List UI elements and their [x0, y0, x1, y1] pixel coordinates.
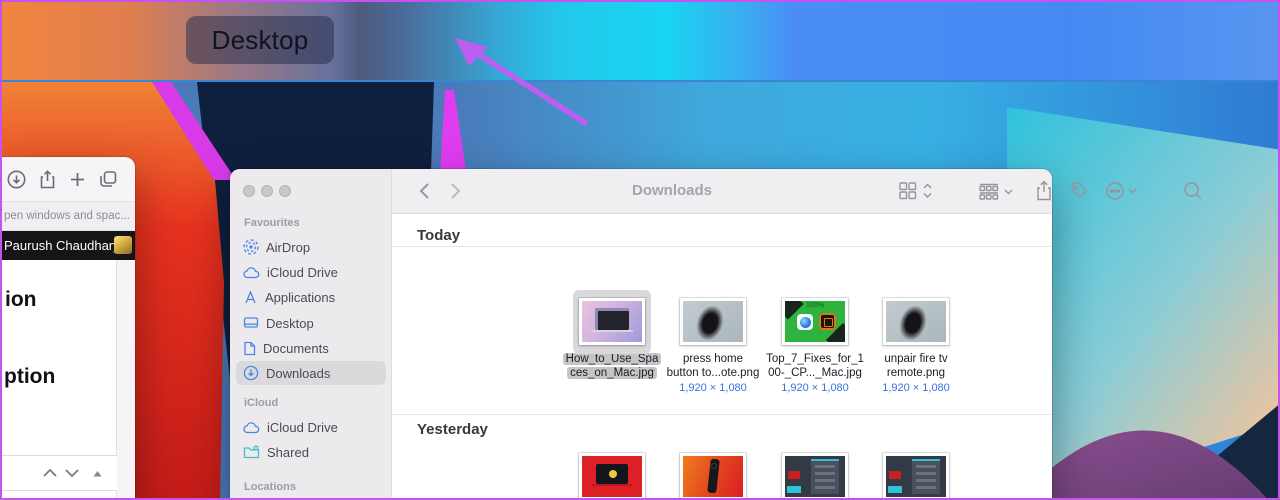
finder-content: Today How_to_Use_Spa ces_on_Mac.jpg pres…: [392, 214, 1052, 498]
browser-toolbar: [2, 157, 135, 201]
finder-sidebar: Favourites AirDrop iCloud Drive Applicat…: [230, 169, 392, 498]
search-icon[interactable]: [1182, 180, 1204, 207]
sidebar-item-icloud-drive-2[interactable]: iCloud Drive: [236, 415, 386, 439]
sidebar-item-desktop[interactable]: Desktop: [236, 311, 386, 335]
sidebar-item-shared[interactable]: Shared: [236, 440, 386, 464]
new-tab-icon[interactable]: [69, 171, 86, 188]
download-icon[interactable]: [7, 170, 26, 189]
sidebar-item-applications[interactable]: Applications: [236, 285, 386, 309]
author-byline-bar[interactable]: Paurush Chaudhary: [2, 231, 135, 260]
screenshot-stage: Desktop pen windows and spac... Paurush …: [0, 0, 1280, 500]
cloud-icon: [243, 421, 260, 433]
browser-window-partial: pen windows and spac... Paurush Chaudhar…: [2, 157, 135, 498]
page-caption-fragment: pen windows and spac...: [2, 201, 135, 231]
file-name: Top_7_Fixes_for_1 00-_CP..._Mac.jpg: [766, 353, 864, 379]
group-header-yesterday: Yesterday: [417, 421, 488, 438]
file-thumbnail: [579, 298, 645, 345]
mission-control-space-desktop[interactable]: Desktop: [186, 16, 334, 64]
shared-folder-icon: [243, 445, 260, 459]
sidebar-item-airdrop[interactable]: AirDrop: [236, 235, 386, 259]
cpu-icon: [819, 313, 836, 330]
file-name: How_to_Use_Spa ces_on_Mac.jpg: [562, 353, 662, 380]
file-thumbnail: [680, 298, 746, 345]
sidebar-item-icloud-drive[interactable]: iCloud Drive: [236, 260, 386, 284]
file-how-to-use-spaces[interactable]: How_to_Use_Spa ces_on_Mac.jpg: [562, 290, 662, 380]
file-thumbnail: [883, 298, 949, 345]
share-icon[interactable]: [39, 169, 56, 189]
desktop-icon: [243, 317, 259, 328]
minimize-window-button[interactable]: [261, 185, 273, 197]
downloads-icon: [243, 365, 259, 381]
find-bar: [2, 455, 117, 491]
sidebar-item-downloads[interactable]: Downloads: [236, 361, 386, 385]
caret-up-icon[interactable]: [92, 469, 103, 478]
document-icon: [244, 341, 256, 355]
cloud-icon: [243, 266, 260, 278]
file-6-best-ways[interactable]: 6_Best_Ways_to_ Fix_Mac...leep.jpg: [562, 453, 662, 498]
zoom-window-button[interactable]: [279, 185, 291, 197]
file-img-4925[interactable]: IMG_4925.jpg 3,834 × 2,876: [866, 453, 966, 498]
file-unpair-fire-tv[interactable]: unpair fire tv remote.png 1,920 × 1,080: [866, 298, 966, 394]
file-name: press home button to...ote.png: [666, 353, 760, 379]
finder-titlebar: Downloads: [392, 169, 1202, 214]
file-top-7-fixes[interactable]: 100% Top_7_Fixes_for_1 00-_CP..._Mac.jpg…: [765, 298, 865, 394]
window-title: Downloads: [632, 182, 713, 199]
applications-icon: [245, 289, 256, 303]
group-header-today: Today: [417, 227, 461, 244]
file-dimensions: 1,920 × 1,080: [781, 382, 849, 394]
back-button[interactable]: [419, 182, 430, 200]
file-8-best-fixes[interactable]: 8_Best_Fixes_for _Fire_T...rking.jpg: [663, 453, 763, 498]
author-avatar: [114, 236, 132, 254]
sidebar-section-favourites: Favourites: [244, 217, 300, 229]
author-name: Paurush Chaudhary: [4, 238, 120, 253]
file-press-home-button[interactable]: press home button to...ote.png 1,920 × 1…: [663, 298, 763, 394]
share-button[interactable]: [1034, 180, 1054, 207]
article-heading-fragment: ion: [5, 288, 37, 311]
file-name: unpair fire tv remote.png: [884, 353, 948, 379]
sidebar-section-locations: Locations: [244, 481, 296, 493]
file-thumbnail: 100%: [782, 298, 848, 345]
close-window-button[interactable]: [243, 185, 255, 197]
group-by-button[interactable]: [978, 180, 1016, 207]
article-heading-fragment: ption: [4, 365, 56, 388]
edge-logo: [797, 314, 813, 330]
file-dimensions: 1,920 × 1,080: [882, 382, 950, 394]
tag-button[interactable]: [1068, 180, 1090, 207]
finder-window: Favourites AirDrop iCloud Drive Applicat…: [230, 169, 1202, 498]
view-options-button[interactable]: [898, 180, 936, 207]
file-device-preferences[interactable]: device preferen...id tv.jpg: [765, 453, 865, 498]
more-options-button[interactable]: [1104, 180, 1140, 207]
tab-overview-icon[interactable]: [99, 170, 118, 188]
chevron-down-icon[interactable]: [64, 467, 80, 479]
file-thumbnail: [680, 453, 746, 498]
mission-control-bar: Desktop: [2, 2, 1278, 80]
file-thumbnail: [883, 453, 949, 498]
file-thumbnail: [782, 453, 848, 498]
sidebar-item-documents[interactable]: Documents: [236, 336, 386, 360]
file-dimensions: 1,920 × 1,080: [679, 382, 747, 394]
airdrop-icon: [243, 239, 259, 255]
chevron-up-icon[interactable]: [42, 467, 58, 479]
sidebar-section-icloud: iCloud: [244, 397, 279, 409]
forward-button[interactable]: [450, 182, 461, 200]
file-thumbnail: [579, 453, 645, 498]
